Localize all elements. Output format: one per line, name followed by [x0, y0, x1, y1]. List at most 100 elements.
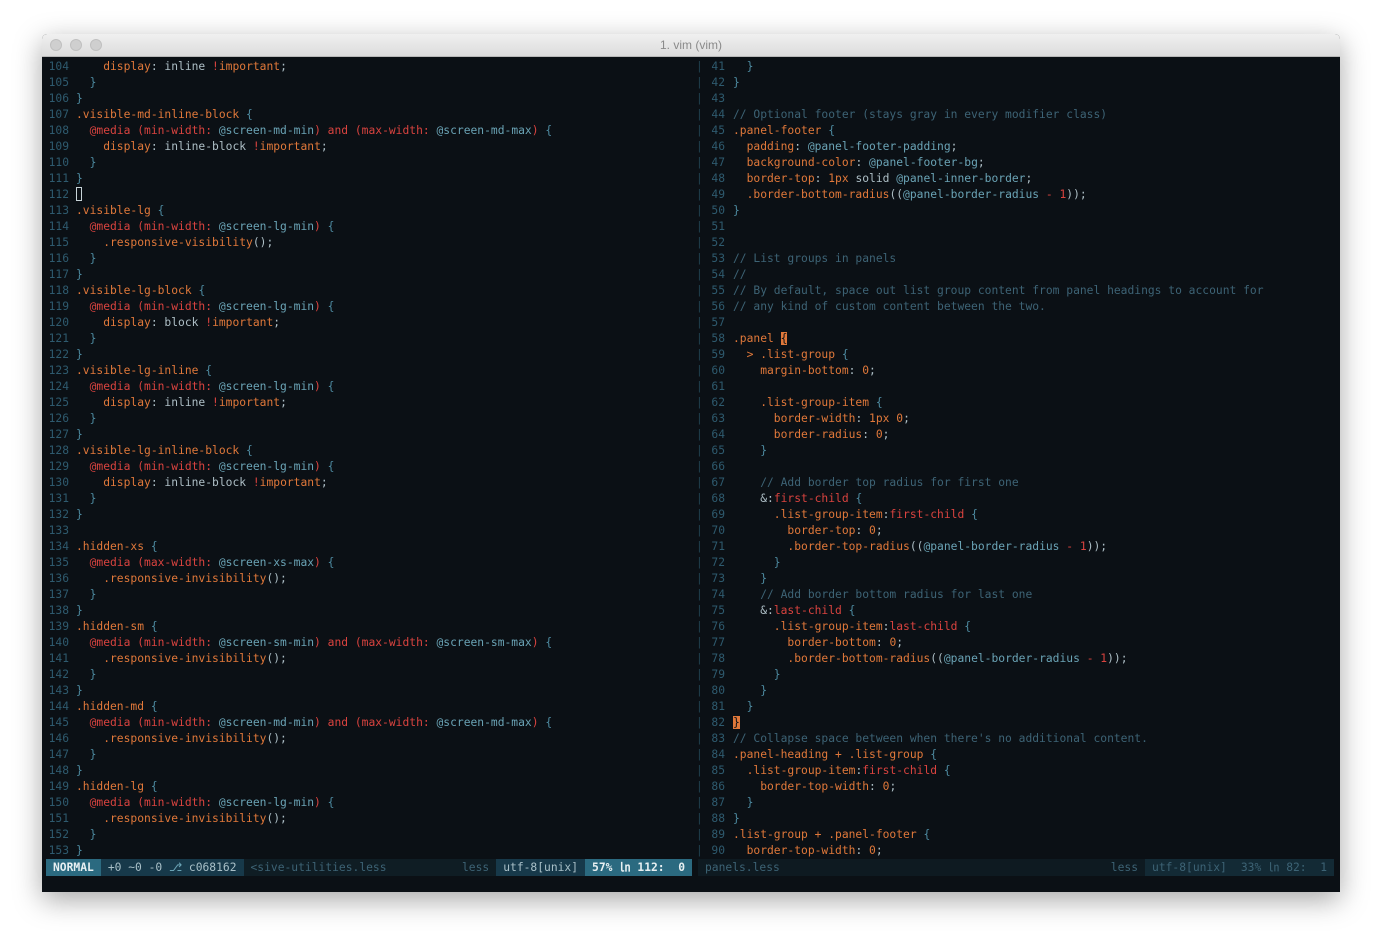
code-line[interactable]: | 88} — [694, 811, 1340, 827]
code-line[interactable]: | 86 border-top-width: 0; — [694, 779, 1340, 795]
code-line[interactable]: 109 display: inline-block !important; — [42, 139, 694, 155]
code-line[interactable]: 141 .responsive-invisibility(); — [42, 651, 694, 667]
code-line[interactable]: | 61 — [694, 379, 1340, 395]
code-line[interactable]: 122} — [42, 347, 694, 363]
code-line[interactable]: | 48 border-top: 1px solid @panel-inner-b… — [694, 171, 1340, 187]
code-line[interactable]: | 73 } — [694, 571, 1340, 587]
code-line[interactable]: 144 .hidden-md { — [42, 699, 694, 715]
code-line[interactable]: | 68 &:first-child { — [694, 491, 1340, 507]
code-line[interactable]: 104 display: inline !important; — [42, 59, 694, 75]
code-line[interactable]: 125 display: inline !important; — [42, 395, 694, 411]
code-line[interactable]: | 72 } — [694, 555, 1340, 571]
code-line[interactable]: | 51 — [694, 219, 1340, 235]
code-line[interactable]: 127} — [42, 427, 694, 443]
code-line[interactable]: 137 } — [42, 587, 694, 603]
code-line[interactable]: | 42} — [694, 75, 1340, 91]
code-line[interactable]: 114 @media (min-width: @screen-lg-min) { — [42, 219, 694, 235]
code-line[interactable]: 147 } — [42, 747, 694, 763]
code-line[interactable]: | 82} — [694, 715, 1340, 731]
code-line[interactable]: | 78 .border-bottom-radius((@panel-border… — [694, 651, 1340, 667]
code-line[interactable]: 152 } — [42, 827, 694, 843]
code-line[interactable]: 120 display: block !important; — [42, 315, 694, 331]
code-line[interactable]: | 59 > .list-group { — [694, 347, 1340, 363]
code-line[interactable]: 135 @media (max-width: @screen-xs-max) { — [42, 555, 694, 571]
code-line[interactable]: | 41 } — [694, 59, 1340, 75]
code-line[interactable]: 146 .responsive-invisibility(); — [42, 731, 694, 747]
code-line[interactable]: | 85 .list-group-item:first-child { — [694, 763, 1340, 779]
code-line[interactable]: | 45 .panel-footer { — [694, 123, 1340, 139]
code-line[interactable]: 142 } — [42, 667, 694, 683]
code-line[interactable]: 119 @media (min-width: @screen-lg-min) { — [42, 299, 694, 315]
code-line[interactable]: | 57 — [694, 315, 1340, 331]
code-line[interactable]: 153} — [42, 843, 694, 859]
code-line[interactable]: | 71 .border-top-radius((@panel-border-ra… — [694, 539, 1340, 555]
code-line[interactable]: | 55// By default, space out list group c… — [694, 283, 1340, 299]
code-line[interactable]: 110 } — [42, 155, 694, 171]
code-line[interactable]: | 52 — [694, 235, 1340, 251]
code-line[interactable]: | 62 .list-group-item { — [694, 395, 1340, 411]
code-line[interactable]: 106} — [42, 91, 694, 107]
code-line[interactable]: | 74 // Add border bottom radius for last… — [694, 587, 1340, 603]
code-line[interactable]: | 66 — [694, 459, 1340, 475]
code-line[interactable]: 126 } — [42, 411, 694, 427]
code-line[interactable]: 134 .hidden-xs { — [42, 539, 694, 555]
code-line[interactable]: | 90 border-top-width: 0; — [694, 843, 1340, 859]
code-line[interactable]: 145 @media (min-width: @screen-md-min) a… — [42, 715, 694, 731]
code-line[interactable]: | 60 margin-bottom: 0; — [694, 363, 1340, 379]
code-line[interactable]: 117} — [42, 267, 694, 283]
code-line[interactable]: 108 @media (min-width: @screen-md-min) a… — [42, 123, 694, 139]
code-line[interactable]: 113 .visible-lg { — [42, 203, 694, 219]
code-line[interactable]: 115 .responsive-visibility(); — [42, 235, 694, 251]
code-line[interactable]: 149 .hidden-lg { — [42, 779, 694, 795]
code-line[interactable]: 131 } — [42, 491, 694, 507]
right-editor-pane[interactable]: | 41 } | 42} | 43 | 44// Optional footer (stays… — [694, 59, 1340, 859]
code-line[interactable]: | 79 } — [694, 667, 1340, 683]
code-line[interactable]: 123 .visible-lg-inline { — [42, 363, 694, 379]
code-line[interactable]: | 84 .panel-heading + .list-group { — [694, 747, 1340, 763]
code-line[interactable]: 118 .visible-lg-block { — [42, 283, 694, 299]
code-line[interactable]: 129 @media (min-width: @screen-lg-min) { — [42, 459, 694, 475]
code-line[interactable]: | 64 border-radius: 0; — [694, 427, 1340, 443]
code-line[interactable]: | 69 .list-group-item:first-child { — [694, 507, 1340, 523]
code-line[interactable]: | 50} — [694, 203, 1340, 219]
code-line[interactable]: 143} — [42, 683, 694, 699]
left-editor-pane[interactable]: 104 display: inline !important; 105 } 106}… — [42, 59, 694, 859]
code-line[interactable]: | 67 // Add border top radius for first o… — [694, 475, 1340, 491]
code-line[interactable]: | 54// — [694, 267, 1340, 283]
code-line[interactable]: 136 .responsive-invisibility(); — [42, 571, 694, 587]
code-line[interactable]: 105 } — [42, 75, 694, 91]
code-line[interactable]: | 75 &:last-child { — [694, 603, 1340, 619]
code-line[interactable]: 138} — [42, 603, 694, 619]
code-line[interactable]: 132} — [42, 507, 694, 523]
code-line[interactable]: 150 @media (min-width: @screen-lg-min) { — [42, 795, 694, 811]
code-line[interactable]: | 49 .border-bottom-radius((@panel-border… — [694, 187, 1340, 203]
code-line[interactable]: 124 @media (min-width: @screen-lg-min) { — [42, 379, 694, 395]
code-line[interactable]: | 89 .list-group + .panel-footer { — [694, 827, 1340, 843]
code-line[interactable]: | 53// List groups in panels — [694, 251, 1340, 267]
code-line[interactable]: | 44// Optional footer (stays gray in eve… — [694, 107, 1340, 123]
code-line[interactable]: 111} — [42, 171, 694, 187]
code-line[interactable]: | 43 — [694, 91, 1340, 107]
code-line[interactable]: 133 — [42, 523, 694, 539]
code-line[interactable]: | 58 .panel { — [694, 331, 1340, 347]
code-line[interactable]: 151 .responsive-invisibility(); — [42, 811, 694, 827]
code-line[interactable]: 112 — [42, 187, 694, 203]
code-line[interactable]: | 77 border-bottom: 0; — [694, 635, 1340, 651]
code-line[interactable]: | 81 } — [694, 699, 1340, 715]
code-line[interactable]: 116 } — [42, 251, 694, 267]
code-line[interactable]: | 76 .list-group-item:last-child { — [694, 619, 1340, 635]
code-line[interactable]: | 47 background-color: @panel-footer-bg; — [694, 155, 1340, 171]
code-line[interactable]: | 46 padding: @panel-footer-padding; — [694, 139, 1340, 155]
code-line[interactable]: 139 .hidden-sm { — [42, 619, 694, 635]
code-line[interactable]: 148} — [42, 763, 694, 779]
code-line[interactable]: | 83// Collapse space between when there'… — [694, 731, 1340, 747]
code-line[interactable]: 107 .visible-md-inline-block { — [42, 107, 694, 123]
code-line[interactable]: | 80 } — [694, 683, 1340, 699]
code-line[interactable]: | 70 border-top: 0; — [694, 523, 1340, 539]
code-line[interactable]: 128 .visible-lg-inline-block { — [42, 443, 694, 459]
code-line[interactable]: | 63 border-width: 1px 0; — [694, 411, 1340, 427]
code-line[interactable]: | 87 } — [694, 795, 1340, 811]
code-line[interactable]: 130 display: inline-block !important; — [42, 475, 694, 491]
code-line[interactable]: | 65 } — [694, 443, 1340, 459]
code-line[interactable]: 140 @media (min-width: @screen-sm-min) a… — [42, 635, 694, 651]
